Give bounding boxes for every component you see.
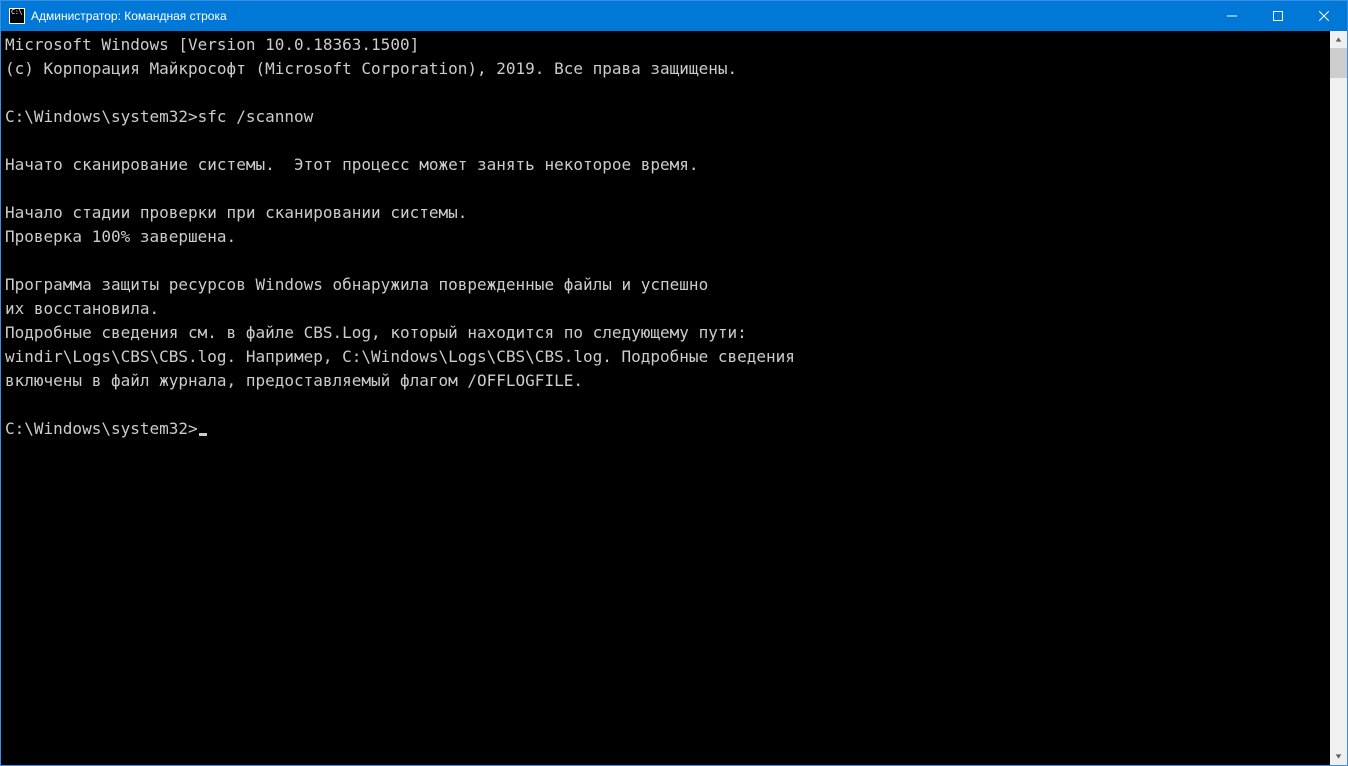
console-line [5, 129, 1329, 153]
minimize-button[interactable] [1209, 1, 1255, 31]
console-line: Начато сканирование системы. Этот процес… [5, 153, 1329, 177]
console-line: Начало стадии проверки при сканировании … [5, 201, 1329, 225]
cmd-icon [9, 8, 25, 24]
console-line: включены в файл журнала, предоставляемый… [5, 369, 1329, 393]
scroll-up-button[interactable] [1330, 31, 1347, 48]
vertical-scrollbar[interactable] [1330, 31, 1347, 765]
close-button[interactable] [1301, 1, 1347, 31]
console-line: Проверка 100% завершена. [5, 225, 1329, 249]
console-line: C:\Windows\system32>sfc /scannow [5, 105, 1329, 129]
console-prompt-line[interactable]: C:\Windows\system32> [5, 417, 1329, 441]
console-line: (c) Корпорация Майкрософт (Microsoft Cor… [5, 57, 1329, 81]
console-line [5, 393, 1329, 417]
scroll-track[interactable] [1330, 48, 1347, 748]
console-line [5, 249, 1329, 273]
client-area: Microsoft Windows [Version 10.0.18363.15… [1, 31, 1347, 765]
maximize-button[interactable] [1255, 1, 1301, 31]
console-output[interactable]: Microsoft Windows [Version 10.0.18363.15… [1, 31, 1330, 765]
console-line: их восстановила. [5, 297, 1329, 321]
titlebar[interactable]: Администратор: Командная строка [1, 1, 1347, 31]
console-line: Подробные сведения см. в файле CBS.Log, … [5, 321, 1329, 345]
console-line: Программа защиты ресурсов Windows обнару… [5, 273, 1329, 297]
scroll-down-button[interactable] [1330, 748, 1347, 765]
console-line: windir\Logs\CBS\CBS.log. Например, C:\Wi… [5, 345, 1329, 369]
cmd-window: Администратор: Командная строка Microsof… [0, 0, 1348, 766]
window-title: Администратор: Командная строка [31, 9, 227, 23]
scroll-thumb[interactable] [1330, 48, 1347, 78]
console-prompt: C:\Windows\system32> [5, 419, 198, 438]
console-line: Microsoft Windows [Version 10.0.18363.15… [5, 33, 1329, 57]
console-line [5, 177, 1329, 201]
window-controls [1209, 1, 1347, 31]
text-cursor [199, 433, 207, 436]
console-line [5, 81, 1329, 105]
